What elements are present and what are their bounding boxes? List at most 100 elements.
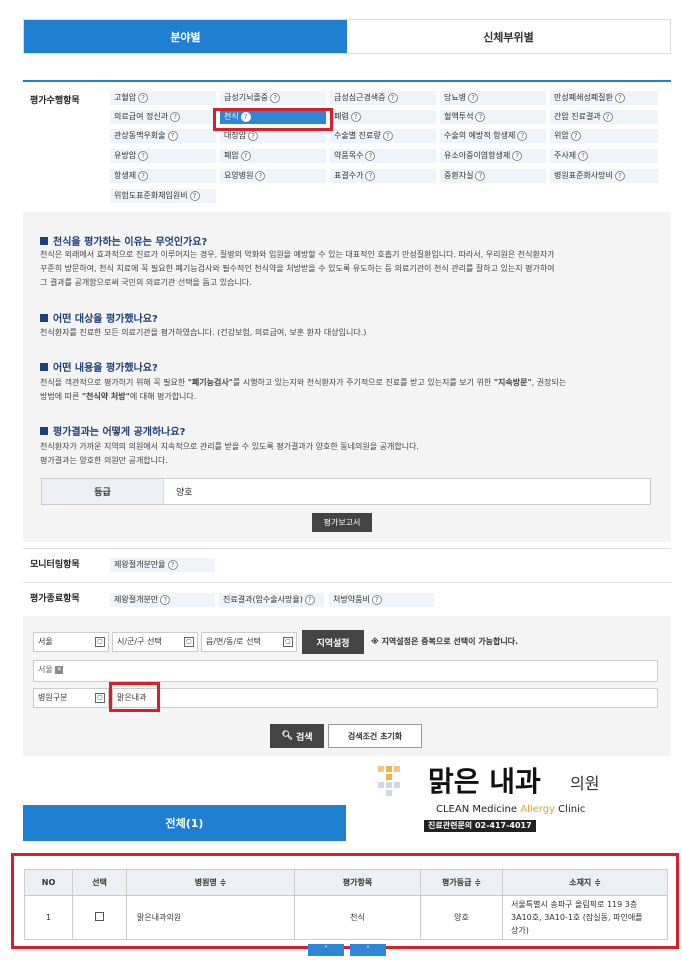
heading-text: 평가결과는 어떻게 공개하나요? — [53, 427, 186, 438]
remove-tag-icon[interactable]: ✕ — [55, 665, 64, 674]
tab-body-part[interactable]: 신체부위별 — [347, 20, 670, 53]
region-select-city[interactable]: 서울 ▢ — [33, 632, 109, 652]
select-value: 읍/면/동/로 선택 — [206, 637, 261, 646]
help-icon[interactable]: ? — [138, 150, 149, 161]
eval-item[interactable]: 위험도표준화재입원비? — [110, 189, 216, 203]
row-hospital-name[interactable]: 맑은내과의원 — [126, 895, 295, 940]
col-eval-item: 평가항목 — [294, 869, 421, 896]
hospital-type-select[interactable]: 병원구분 ▢ — [33, 688, 109, 708]
eval-item[interactable]: 중환자실? — [440, 169, 546, 183]
help-icon[interactable]: ? — [270, 92, 281, 103]
region-select-district[interactable]: 시/군/구 선택 ▢ — [112, 632, 198, 652]
search-button[interactable]: 🔍︎ 검색 — [270, 724, 324, 748]
col-address[interactable]: 소재지 ≑ — [502, 869, 668, 896]
help-icon[interactable]: ? — [475, 170, 486, 181]
region-set-button[interactable]: 지역설정 — [302, 630, 364, 654]
monitoring-item[interactable]: 제왕절개분만율? — [110, 558, 215, 572]
help-icon[interactable]: ? — [614, 92, 625, 103]
help-icon[interactable]: ? — [382, 130, 393, 141]
eval-item[interactable]: 간암 진료결과? — [550, 110, 658, 124]
chevron-up-icon[interactable]: ˄ — [350, 944, 386, 956]
eval-item[interactable]: 병원표준화사망비? — [550, 169, 658, 183]
help-icon[interactable]: ? — [365, 170, 376, 181]
item-label: 위암 — [554, 131, 569, 140]
help-icon[interactable]: ? — [475, 111, 486, 122]
item-label: 혈액투석 — [444, 112, 474, 121]
help-icon[interactable]: ? — [387, 92, 398, 103]
eval-item[interactable]: 당뇨병? — [440, 91, 546, 105]
chevron-down-icon[interactable]: ˅ — [308, 944, 344, 956]
bullet-icon — [40, 314, 48, 322]
help-icon[interactable]: ? — [365, 150, 376, 161]
help-icon[interactable]: ? — [602, 111, 613, 122]
help-icon[interactable]: ? — [160, 594, 171, 605]
ended-item[interactable]: 제왕절개분만? — [110, 593, 215, 607]
eval-item[interactable]: 수술별 진료량? — [330, 129, 436, 143]
divider — [23, 80, 671, 82]
row-address: 서울특별시 송파구 올림픽로 119 3층 3A10호, 3A10-1호 (잠실… — [502, 895, 668, 940]
help-icon[interactable]: ? — [138, 170, 149, 181]
dropdown-icon: ▢ — [95, 693, 105, 703]
report-button[interactable]: 평가보고서 — [312, 513, 372, 532]
help-icon[interactable]: ? — [512, 150, 523, 161]
ended-item[interactable]: 처방약품비? — [329, 593, 434, 607]
help-icon[interactable]: ? — [240, 150, 251, 161]
text-part: 방법에 따른 — [40, 392, 82, 401]
address-line: 서울특별시 송파구 올림픽로 119 3층 — [511, 900, 638, 909]
eval-item[interactable]: 유방암? — [110, 149, 216, 163]
item-label: 항생제 — [114, 171, 137, 180]
help-icon[interactable]: ? — [517, 130, 528, 141]
eval-item[interactable]: 급성기뇌졸중? — [220, 91, 326, 105]
help-icon[interactable]: ? — [189, 190, 200, 201]
divider — [23, 582, 671, 583]
help-icon[interactable]: ? — [614, 170, 625, 181]
eval-item[interactable]: 수술의 예방적 항생제? — [440, 129, 546, 143]
heading-text: 어떤 내용을 평가했나요? — [53, 363, 158, 374]
item-label: 약품목수 — [334, 151, 364, 160]
eval-item[interactable]: 약품목수? — [330, 149, 436, 163]
eval-item[interactable]: 항생제? — [110, 169, 216, 183]
eval-item[interactable]: 만성폐쇄성폐질환? — [550, 91, 658, 105]
text-part: , 권장되는 — [531, 378, 567, 387]
help-icon[interactable]: ? — [350, 111, 361, 122]
col-hospital-name[interactable]: 병원명 ≑ — [126, 869, 295, 896]
hospital-name-input[interactable]: 맑은내과 — [112, 688, 658, 708]
eval-item[interactable]: 위암? — [550, 129, 658, 143]
eval-item[interactable]: 주사제? — [550, 149, 658, 163]
eval-item[interactable]: 폐렴? — [330, 110, 436, 124]
eval-item[interactable]: 요양병원? — [220, 169, 326, 183]
help-icon[interactable]: ? — [371, 594, 382, 605]
eval-item[interactable]: 대장암? — [220, 129, 326, 143]
eval-item[interactable]: 혈액투석? — [440, 110, 546, 124]
tab-field[interactable]: 분야별 — [24, 20, 347, 53]
tab-all[interactable]: 전체(1) — [23, 805, 346, 841]
item-label: 위험도표준화재입원비 — [114, 191, 188, 200]
region-select-town[interactable]: 읍/면/동/로 선택 ▢ — [201, 632, 297, 652]
help-icon[interactable]: ? — [167, 559, 178, 570]
eval-item[interactable]: 폐암? — [220, 149, 326, 163]
ended-label: 평가종료항목 — [30, 594, 80, 604]
help-icon[interactable]: ? — [248, 130, 259, 141]
ended-item[interactable]: 진료결과(암수술사망율)? — [219, 593, 324, 607]
row-checkbox[interactable] — [95, 912, 104, 921]
bullet-icon — [40, 363, 48, 371]
item-label: 당뇨병 — [444, 93, 467, 102]
eval-item[interactable]: 유소아중이염항생제? — [440, 149, 546, 163]
col-grade[interactable]: 평가등급 ≑ — [420, 869, 503, 896]
help-icon[interactable]: ? — [304, 594, 315, 605]
reset-button[interactable]: 검색조건 초기화 — [328, 724, 422, 748]
help-icon[interactable]: ? — [255, 170, 266, 181]
results-table: NO 선택 병원명 ≑ 평가항목 평가등급 ≑ 소재지 ≑ 1 맑은내과의원 천… — [24, 869, 668, 940]
help-icon[interactable]: ? — [167, 130, 178, 141]
eval-item[interactable]: 고혈압? — [110, 91, 216, 105]
eval-item[interactable]: 관상동맥우회술? — [110, 129, 216, 143]
help-icon[interactable]: ? — [570, 130, 581, 141]
help-icon[interactable]: ? — [170, 111, 181, 122]
help-icon[interactable]: ? — [468, 92, 479, 103]
item-label: 의료급여 정신과 — [114, 112, 169, 121]
help-icon[interactable]: ? — [578, 150, 589, 161]
eval-item[interactable]: 의료급여 정신과? — [110, 110, 216, 124]
eval-item[interactable]: 표결수가? — [330, 169, 436, 183]
eval-item[interactable]: 급성심근경색증? — [330, 91, 436, 105]
help-icon[interactable]: ? — [138, 92, 149, 103]
